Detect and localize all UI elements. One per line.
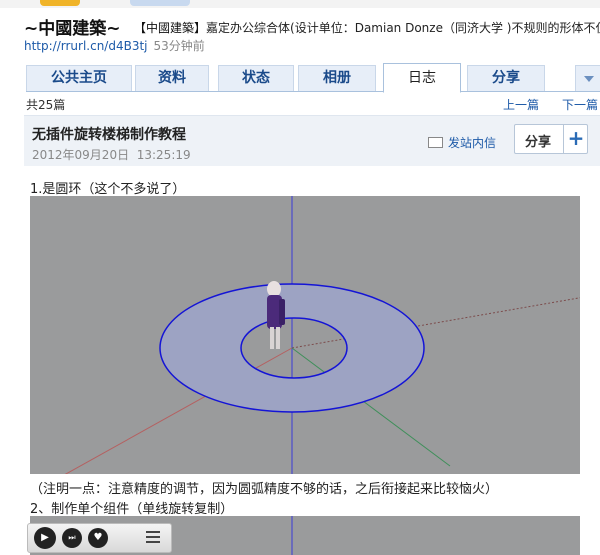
tab-homepage[interactable]: 公共主页: [26, 65, 132, 91]
post-time: 13:25:19: [136, 148, 191, 162]
share-button-label: 分享: [525, 135, 552, 150]
post-datetime: 2012年09月20日 13:25:19: [32, 146, 191, 163]
next-track-icon[interactable]: ⏭: [62, 528, 82, 548]
play-icon[interactable]: ▶: [34, 527, 56, 549]
tab-blog[interactable]: 日志: [383, 63, 461, 93]
status-meta: http://rrurl.cn/d4B3tj 53分钟前: [24, 37, 205, 54]
next-post-link[interactable]: 下一篇: [562, 96, 598, 113]
top-strip-decoration: [40, 0, 80, 6]
site-title[interactable]: ~中國建築~: [24, 14, 121, 39]
send-message-label: 发站内信: [448, 136, 497, 150]
music-player: ▶ ⏭ ♥: [27, 523, 172, 553]
post-date: 2012年09月20日: [32, 148, 130, 162]
heart-icon[interactable]: ♥: [88, 528, 108, 548]
prev-post-link[interactable]: 上一篇: [503, 96, 539, 113]
envelope-icon: [428, 137, 443, 148]
post-header: 无插件旋转楼梯制作教程 2012年09月20日 13:25:19 发站内信 分享…: [24, 115, 600, 166]
latest-status: 【中國建築】嘉定办公综合体(设计单位：Damian Donze（同济大学 )不规…: [134, 19, 600, 36]
tab-share[interactable]: 分享: [467, 65, 545, 91]
step-1-text: 1.是圆环（这个不多说了）: [30, 182, 186, 197]
short-url-link[interactable]: http://rrurl.cn/d4B3tj: [24, 39, 148, 53]
step-2-text: 2、制作单个组件（单线旋转复制）: [30, 502, 234, 517]
tab-status[interactable]: 状态: [218, 65, 294, 91]
tab-profile[interactable]: 资料: [135, 65, 209, 91]
3d-viewport: [30, 196, 580, 474]
post-title: 无插件旋转楼梯制作教程: [32, 127, 186, 143]
note-text: （注明一点：注意精度的调节，因为圆弧精度不够的话，之后衔接起来比较恼火）: [30, 482, 499, 497]
time-ago: 53分钟前: [153, 39, 205, 53]
profile-tabs: 公共主页 资料 状态 相册 日志 分享: [26, 63, 600, 93]
plus-icon[interactable]: +: [563, 125, 588, 153]
status-tag: 【中國建築】: [134, 21, 207, 35]
post-count: 共25篇: [26, 98, 66, 112]
tabs-more-dropdown[interactable]: [575, 65, 600, 91]
status-text: 嘉定办公综合体(设计单位：Damian Donze（同济大学 )不规则的形体不仅: [206, 21, 600, 35]
tab-album[interactable]: 相册: [298, 65, 376, 91]
send-message-link[interactable]: 发站内信: [428, 134, 496, 151]
viewport-screenshot-ring: [30, 196, 580, 474]
top-strip-decoration: [130, 0, 190, 6]
share-button[interactable]: 分享 +: [514, 124, 588, 154]
playlist-icon[interactable]: [146, 531, 160, 543]
top-strip: [0, 0, 600, 8]
